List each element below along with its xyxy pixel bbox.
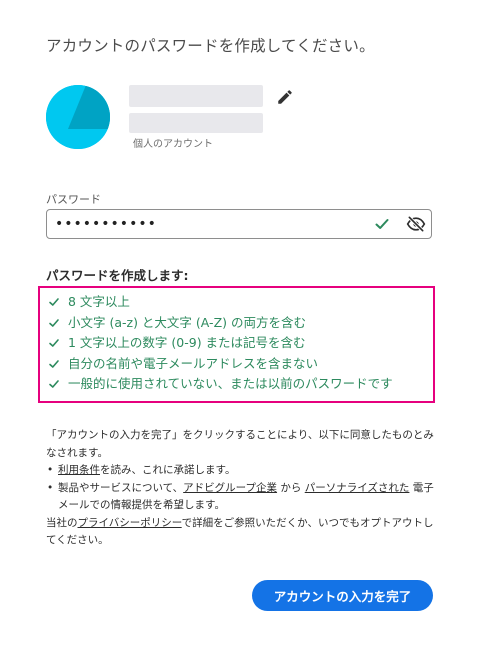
terms-item-text: を読み、これに承諾します。 bbox=[100, 464, 236, 476]
check-icon bbox=[49, 298, 59, 307]
privacy-text: 当社の bbox=[46, 516, 78, 529]
requirement-text: 自分の名前や電子メールアドレスを含まない bbox=[68, 355, 319, 371]
check-icon bbox=[49, 380, 59, 389]
requirement-item: 1 文字以上の数字 (0-9) または記号を含む bbox=[48, 333, 393, 354]
avatar-graphic bbox=[46, 85, 110, 149]
eye-slash-icon[interactable] bbox=[406, 215, 426, 233]
avatar bbox=[46, 85, 110, 149]
check-icon bbox=[49, 318, 59, 327]
pencil-icon[interactable] bbox=[276, 88, 294, 106]
requirements-box: 8 文字以上 小文字 (a-z) と大文字 (A-Z) の両方を含む 1 文字以… bbox=[38, 286, 435, 403]
password-field[interactable] bbox=[46, 209, 432, 239]
terms-of-use-link[interactable]: 利用条件 bbox=[58, 464, 100, 476]
requirement-item: 一般的に使用されていない、または以前のパスワードです bbox=[48, 374, 393, 395]
terms-item: 製品やサービスについて、アドビグループ企業 から パーソナライズされた 電子メー… bbox=[47, 480, 441, 515]
requirement-item: 小文字 (a-z) と大文字 (A-Z) の両方を含む bbox=[48, 313, 393, 334]
requirement-item: 自分の名前や電子メールアドレスを含まない bbox=[48, 354, 393, 375]
terms-section: 「アカウントの入力を完了」をクリックすることにより、以下に同意したものとみなされ… bbox=[46, 427, 441, 550]
requirements-title: パスワードを作成します: bbox=[46, 268, 189, 283]
check-icon bbox=[49, 339, 59, 348]
terms-list: 利用条件を読み、これに承諾します。 製品やサービスについて、アドビグループ企業 … bbox=[46, 462, 441, 515]
privacy-note: 当社のプライバシーポリシーで詳細をご参照いただくか、いつでもオプトアウトしてくだ… bbox=[46, 515, 441, 550]
password-label: パスワード bbox=[46, 193, 101, 206]
requirements-list: 8 文字以上 小文字 (a-z) と大文字 (A-Z) の両方を含む 1 文字以… bbox=[48, 292, 393, 395]
requirement-text: 小文字 (a-z) と大文字 (A-Z) の両方を含む bbox=[68, 314, 306, 330]
account-type-label: 個人のアカウント bbox=[133, 139, 213, 150]
requirement-text: 一般的に使用されていない、または以前のパスワードです bbox=[68, 376, 393, 391]
terms-item-text: から bbox=[277, 481, 305, 494]
requirement-item: 8 文字以上 bbox=[48, 292, 393, 313]
personalized-link[interactable]: パーソナライズされた bbox=[305, 482, 410, 494]
check-icon bbox=[375, 219, 389, 229]
check-icon bbox=[49, 359, 59, 368]
password-input[interactable] bbox=[55, 214, 355, 234]
complete-account-button[interactable]: アカウントの入力を完了 bbox=[252, 580, 433, 611]
adobe-group-link[interactable]: アドビグループ企業 bbox=[183, 482, 277, 494]
terms-intro: 「アカウントの入力を完了」をクリックすることにより、以下に同意したものとみなされ… bbox=[46, 429, 434, 459]
account-email-placeholder bbox=[129, 113, 263, 133]
requirement-text: 1 文字以上の数字 (0-9) または記号を含む bbox=[68, 335, 306, 350]
privacy-policy-link[interactable]: プライバシーポリシー bbox=[78, 517, 182, 529]
page-title: アカウントのパスワードを作成してください。 bbox=[46, 37, 375, 55]
requirement-text: 8 文字以上 bbox=[68, 294, 130, 309]
terms-item: 利用条件を読み、これに承諾します。 bbox=[47, 462, 441, 480]
account-name-placeholder bbox=[129, 85, 263, 107]
terms-item-text: 製品やサービスについて、 bbox=[58, 481, 184, 494]
